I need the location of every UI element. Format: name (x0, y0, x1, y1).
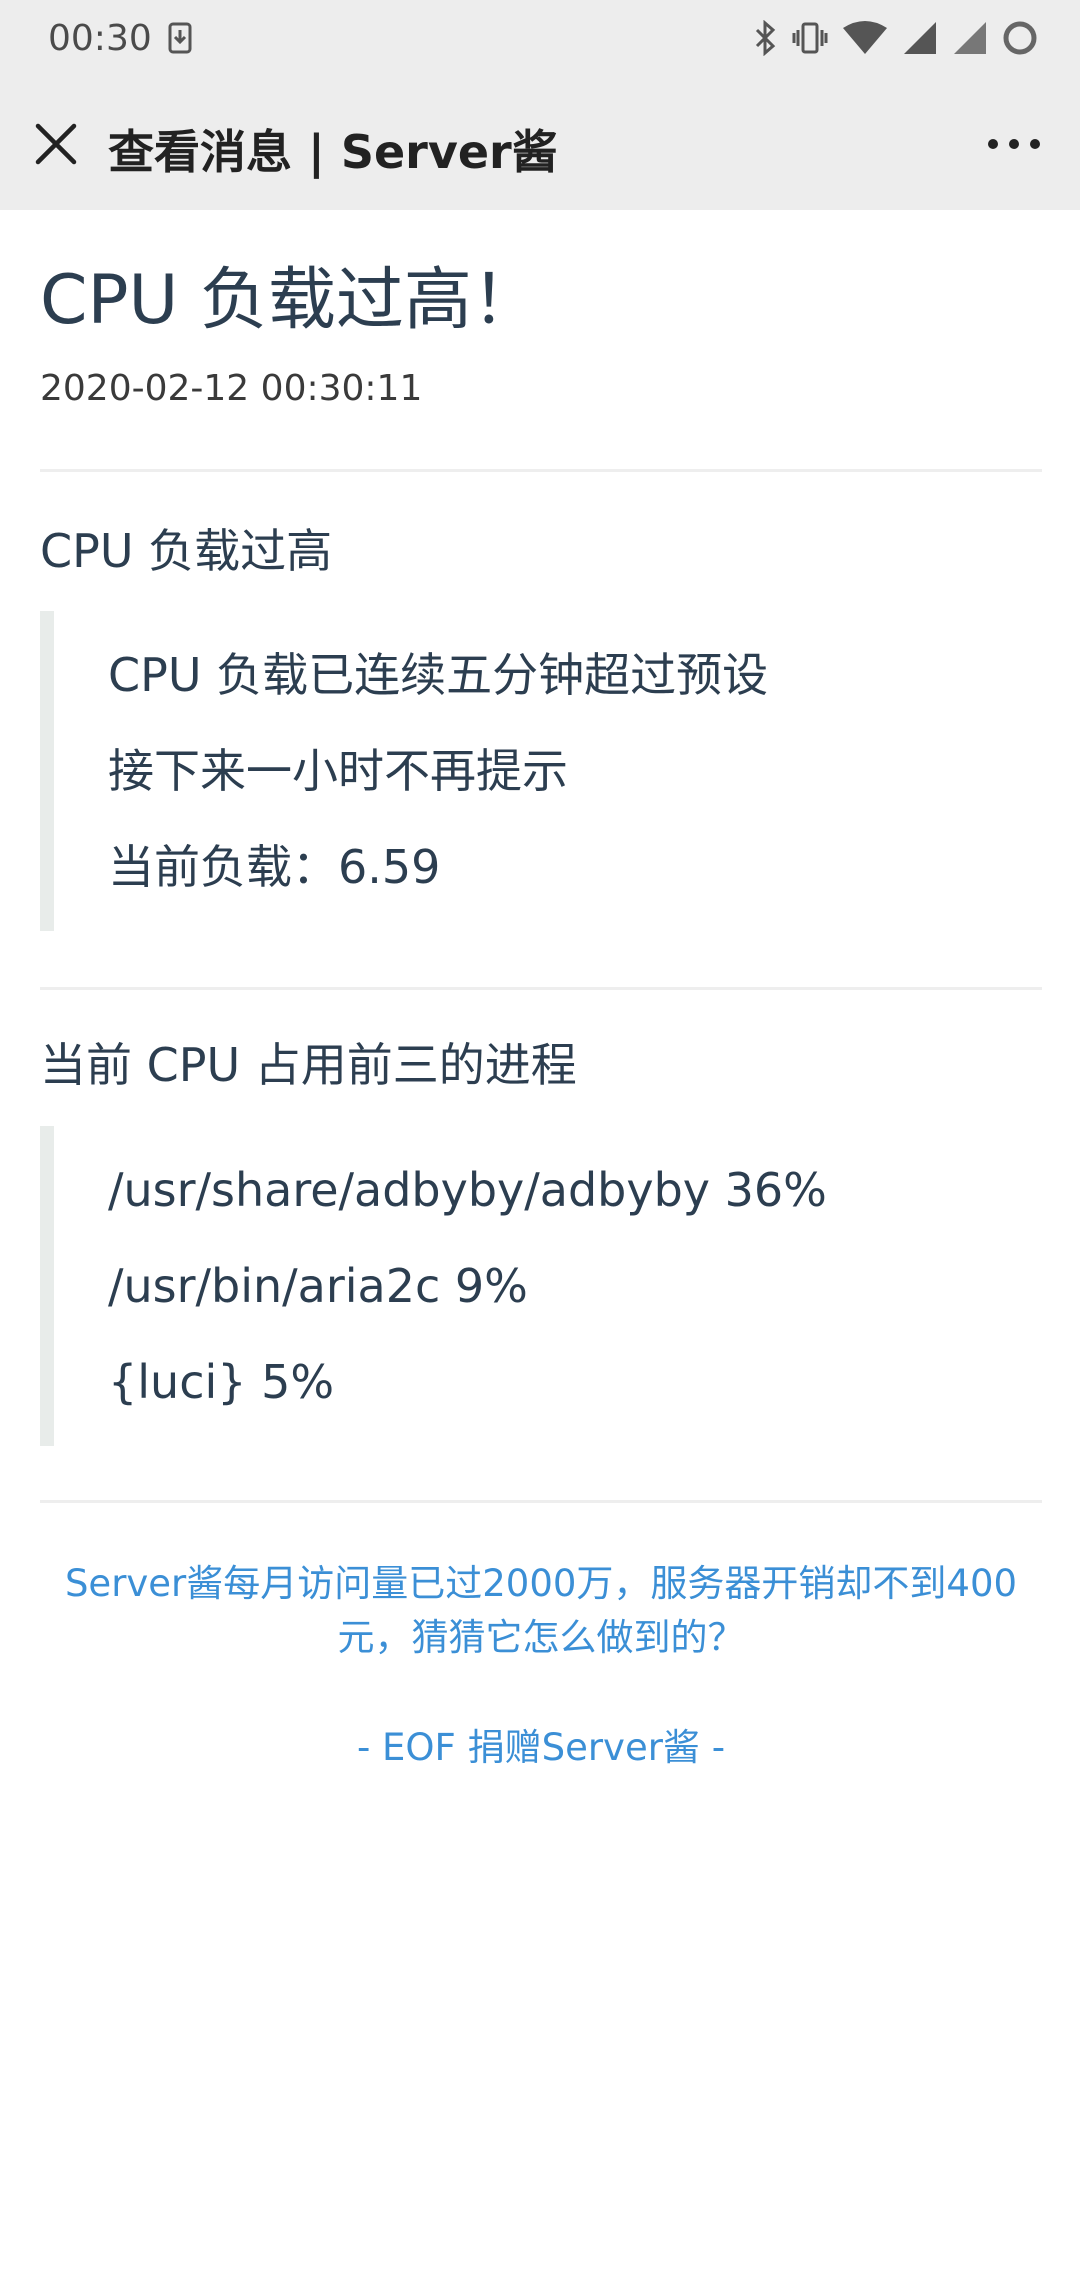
promo-link[interactable]: Server酱每月访问量已过2000万，服务器开销却不到400元，猜猜它怎么做到… (40, 1557, 1042, 1665)
donate-link[interactable]: - EOF 捐赠Server酱 - (40, 1717, 1042, 1771)
divider (40, 1500, 1042, 1504)
nav-bar: 查看消息 | Server酱 (0, 80, 1080, 210)
divider (40, 987, 1042, 991)
close-icon[interactable] (30, 118, 82, 170)
quote-line: 当前负载：6.59 (108, 840, 441, 895)
quote-line: 接下来一小时不再提示 (108, 744, 568, 799)
message-title: CPU 负载过高！ (40, 261, 540, 340)
download-icon (168, 22, 192, 58)
battery-ring-icon (1002, 20, 1038, 60)
section-heading-top-processes: 当前 CPU 占用前三的进程 (40, 1038, 577, 1093)
status-time: 00:30 (48, 18, 152, 59)
process-line: /usr/bin/aria2c 9% (108, 1259, 528, 1314)
divider (40, 468, 1042, 472)
vibrate-icon (792, 20, 828, 60)
process-line: /usr/share/adbyby/adbyby 36% (108, 1163, 827, 1218)
message-time: 2020-02-12 00:30:11 (40, 367, 423, 409)
quote-block-top-processes: /usr/share/adbyby/adbyby 36% /usr/bin/ar… (40, 1126, 1042, 1447)
more-icon[interactable] (984, 124, 1044, 164)
wifi-icon (842, 20, 888, 60)
message-content: CPU 负载过高！ 2020-02-12 00:30:11 CPU 负载过高 C… (40, 210, 1042, 1771)
status-bar: 00:30 (0, 0, 1080, 80)
quote-block-cpu-load: CPU 负载已连续五分钟超过预设 接下来一小时不再提示 当前负载：6.59 (40, 611, 1042, 932)
process-line: {luci} 5% (108, 1355, 335, 1410)
signal-icon (902, 20, 938, 60)
section-heading-cpu-load: CPU 负载过高 (40, 523, 333, 578)
signal-icon-2 (952, 20, 988, 60)
quote-line: CPU 负载已连续五分钟超过预设 (108, 648, 769, 703)
bluetooth-icon (752, 19, 778, 60)
page-title: 查看消息 | Server酱 (108, 125, 558, 179)
